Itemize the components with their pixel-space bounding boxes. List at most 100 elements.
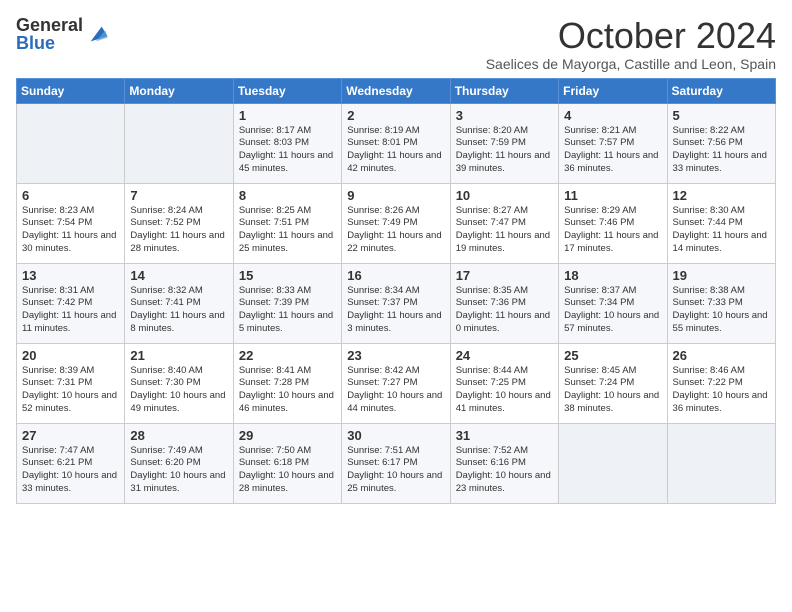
day-info: Sunrise: 7:52 AM Sunset: 6:16 PM Dayligh…: [456, 445, 553, 496]
day-cell: 31 Sunrise: 7:52 AM Sunset: 6:16 PM Dayli…: [450, 423, 558, 503]
page-header: General Blue October 2024 Saelices de Ma…: [16, 16, 776, 72]
col-header-tuesday: Tuesday: [233, 78, 341, 103]
day-info: Sunrise: 8:34 AM Sunset: 7:37 PM Dayligh…: [347, 285, 444, 336]
day-cell: [17, 103, 125, 183]
day-number: 2: [347, 108, 444, 123]
col-header-thursday: Thursday: [450, 78, 558, 103]
day-info: Sunrise: 8:32 AM Sunset: 7:41 PM Dayligh…: [130, 285, 227, 336]
day-cell: 28 Sunrise: 7:49 AM Sunset: 6:20 PM Dayli…: [125, 423, 233, 503]
week-row-0: 1Sunrise: 8:17 AM Sunset: 8:03 PM Daylig…: [17, 103, 776, 183]
day-cell: [559, 423, 667, 503]
day-number: 20: [22, 348, 119, 363]
day-cell: 4 Sunrise: 8:21 AM Sunset: 7:57 PM Daylig…: [559, 103, 667, 183]
day-cell: 18 Sunrise: 8:37 AM Sunset: 7:34 PM Dayli…: [559, 263, 667, 343]
col-header-friday: Friday: [559, 78, 667, 103]
day-info: Sunrise: 8:27 AM Sunset: 7:47 PM Dayligh…: [456, 205, 553, 256]
day-info: Sunrise: 7:47 AM Sunset: 6:21 PM Dayligh…: [22, 445, 119, 496]
day-number: 3: [456, 108, 553, 123]
day-info: Sunrise: 8:20 AM Sunset: 7:59 PM Dayligh…: [456, 125, 553, 176]
day-info: Sunrise: 8:29 AM Sunset: 7:46 PM Dayligh…: [564, 205, 661, 256]
day-number: 9: [347, 188, 444, 203]
col-header-saturday: Saturday: [667, 78, 775, 103]
day-number: 8: [239, 188, 336, 203]
week-row-1: 6 Sunrise: 8:23 AM Sunset: 7:54 PM Daylig…: [17, 183, 776, 263]
col-header-sunday: Sunday: [17, 78, 125, 103]
day-number: 21: [130, 348, 227, 363]
day-number: 18: [564, 268, 661, 283]
day-cell: 10 Sunrise: 8:27 AM Sunset: 7:47 PM Dayli…: [450, 183, 558, 263]
day-cell: 16 Sunrise: 8:34 AM Sunset: 7:37 PM Dayli…: [342, 263, 450, 343]
day-info: Sunrise: 8:23 AM Sunset: 7:54 PM Dayligh…: [22, 205, 119, 256]
day-number: 4: [564, 108, 661, 123]
day-info: Sunrise: 8:38 AM Sunset: 7:33 PM Dayligh…: [673, 285, 770, 336]
day-cell: 1Sunrise: 8:17 AM Sunset: 8:03 PM Daylig…: [233, 103, 341, 183]
day-info: Sunrise: 8:46 AM Sunset: 7:22 PM Dayligh…: [673, 365, 770, 416]
day-number: 27: [22, 428, 119, 443]
day-cell: 9Sunrise: 8:26 AM Sunset: 7:49 PM Daylig…: [342, 183, 450, 263]
day-cell: [667, 423, 775, 503]
day-number: 15: [239, 268, 336, 283]
day-number: 1: [239, 108, 336, 123]
day-info: Sunrise: 8:45 AM Sunset: 7:24 PM Dayligh…: [564, 365, 661, 416]
day-cell: 8Sunrise: 8:25 AM Sunset: 7:51 PM Daylig…: [233, 183, 341, 263]
logo-blue-text: Blue: [16, 34, 83, 52]
day-info: Sunrise: 8:41 AM Sunset: 7:28 PM Dayligh…: [239, 365, 336, 416]
day-number: 6: [22, 188, 119, 203]
day-cell: 22 Sunrise: 8:41 AM Sunset: 7:28 PM Dayli…: [233, 343, 341, 423]
day-number: 22: [239, 348, 336, 363]
month-title: October 2024: [486, 16, 776, 56]
day-cell: 5 Sunrise: 8:22 AM Sunset: 7:56 PM Daylig…: [667, 103, 775, 183]
day-number: 7: [130, 188, 227, 203]
day-number: 10: [456, 188, 553, 203]
calendar-table: SundayMondayTuesdayWednesdayThursdayFrid…: [16, 78, 776, 504]
day-cell: 12Sunrise: 8:30 AM Sunset: 7:44 PM Dayli…: [667, 183, 775, 263]
col-header-wednesday: Wednesday: [342, 78, 450, 103]
week-row-2: 13Sunrise: 8:31 AM Sunset: 7:42 PM Dayli…: [17, 263, 776, 343]
day-number: 25: [564, 348, 661, 363]
day-cell: 25 Sunrise: 8:45 AM Sunset: 7:24 PM Dayli…: [559, 343, 667, 423]
day-info: Sunrise: 8:40 AM Sunset: 7:30 PM Dayligh…: [130, 365, 227, 416]
day-cell: 26 Sunrise: 8:46 AM Sunset: 7:22 PM Dayli…: [667, 343, 775, 423]
day-cell: 27 Sunrise: 7:47 AM Sunset: 6:21 PM Dayli…: [17, 423, 125, 503]
day-info: Sunrise: 7:51 AM Sunset: 6:17 PM Dayligh…: [347, 445, 444, 496]
logo-general-text: General: [16, 16, 83, 34]
day-info: Sunrise: 8:44 AM Sunset: 7:25 PM Dayligh…: [456, 365, 553, 416]
col-header-monday: Monday: [125, 78, 233, 103]
day-number: 31: [456, 428, 553, 443]
day-info: Sunrise: 8:37 AM Sunset: 7:34 PM Dayligh…: [564, 285, 661, 336]
day-cell: 23Sunrise: 8:42 AM Sunset: 7:27 PM Dayli…: [342, 343, 450, 423]
day-info: Sunrise: 8:21 AM Sunset: 7:57 PM Dayligh…: [564, 125, 661, 176]
day-number: 26: [673, 348, 770, 363]
logo: General Blue: [16, 16, 109, 52]
day-number: 12: [673, 188, 770, 203]
day-info: Sunrise: 8:22 AM Sunset: 7:56 PM Dayligh…: [673, 125, 770, 176]
day-cell: 6 Sunrise: 8:23 AM Sunset: 7:54 PM Daylig…: [17, 183, 125, 263]
day-cell: 14Sunrise: 8:32 AM Sunset: 7:41 PM Dayli…: [125, 263, 233, 343]
day-cell: 24Sunrise: 8:44 AM Sunset: 7:25 PM Dayli…: [450, 343, 558, 423]
week-row-4: 27 Sunrise: 7:47 AM Sunset: 6:21 PM Dayli…: [17, 423, 776, 503]
day-cell: 19Sunrise: 8:38 AM Sunset: 7:33 PM Dayli…: [667, 263, 775, 343]
day-info: Sunrise: 8:39 AM Sunset: 7:31 PM Dayligh…: [22, 365, 119, 416]
day-number: 11: [564, 188, 661, 203]
day-number: 29: [239, 428, 336, 443]
day-info: Sunrise: 8:35 AM Sunset: 7:36 PM Dayligh…: [456, 285, 553, 336]
day-info: Sunrise: 8:24 AM Sunset: 7:52 PM Dayligh…: [130, 205, 227, 256]
day-number: 28: [130, 428, 227, 443]
day-info: Sunrise: 8:33 AM Sunset: 7:39 PM Dayligh…: [239, 285, 336, 336]
day-number: 16: [347, 268, 444, 283]
week-row-3: 20 Sunrise: 8:39 AM Sunset: 7:31 PM Dayli…: [17, 343, 776, 423]
day-info: Sunrise: 7:49 AM Sunset: 6:20 PM Dayligh…: [130, 445, 227, 496]
day-cell: 30Sunrise: 7:51 AM Sunset: 6:17 PM Dayli…: [342, 423, 450, 503]
day-cell: 3 Sunrise: 8:20 AM Sunset: 7:59 PM Daylig…: [450, 103, 558, 183]
day-cell: 21 Sunrise: 8:40 AM Sunset: 7:30 PM Dayli…: [125, 343, 233, 423]
day-cell: 11 Sunrise: 8:29 AM Sunset: 7:46 PM Dayli…: [559, 183, 667, 263]
subtitle: Saelices de Mayorga, Castille and Leon, …: [486, 56, 776, 72]
day-info: Sunrise: 8:42 AM Sunset: 7:27 PM Dayligh…: [347, 365, 444, 416]
header-row: SundayMondayTuesdayWednesdayThursdayFrid…: [17, 78, 776, 103]
day-cell: 20 Sunrise: 8:39 AM Sunset: 7:31 PM Dayli…: [17, 343, 125, 423]
day-cell: 7 Sunrise: 8:24 AM Sunset: 7:52 PM Daylig…: [125, 183, 233, 263]
day-number: 5: [673, 108, 770, 123]
day-cell: 29Sunrise: 7:50 AM Sunset: 6:18 PM Dayli…: [233, 423, 341, 503]
day-cell: 17Sunrise: 8:35 AM Sunset: 7:36 PM Dayli…: [450, 263, 558, 343]
day-number: 13: [22, 268, 119, 283]
